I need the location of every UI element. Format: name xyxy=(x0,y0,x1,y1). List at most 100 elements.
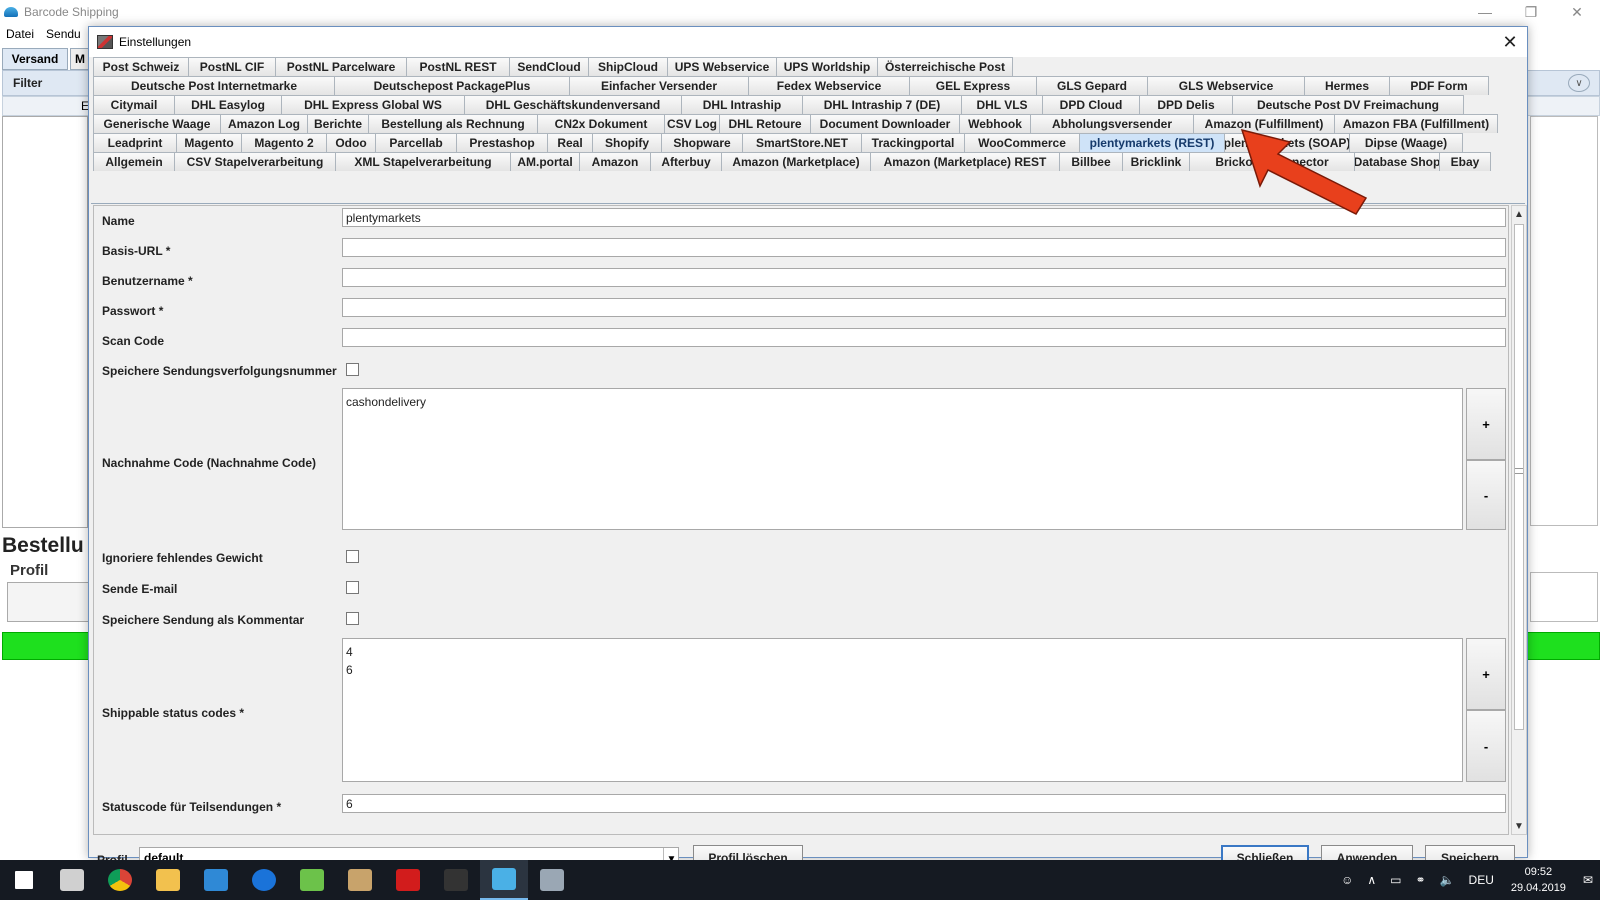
passwort-field[interactable] xyxy=(342,298,1506,317)
basis-url-field[interactable] xyxy=(342,238,1506,257)
tab-post-schweiz[interactable]: Post Schweiz xyxy=(93,57,189,76)
tab-dhl-intraship[interactable]: DHL Intraship xyxy=(681,95,803,114)
tab-more[interactable]: M xyxy=(70,48,90,70)
tab-berichte[interactable]: Berichte xyxy=(307,114,369,133)
tab-dhl-retoure[interactable]: DHL Retoure xyxy=(719,114,811,133)
terminal-icon[interactable] xyxy=(432,860,480,900)
vscode-icon[interactable] xyxy=(192,860,240,900)
tab-webhook[interactable]: Webhook xyxy=(959,114,1031,133)
tab-amazon-marketplace[interactable]: Amazon (Marketplace) xyxy=(721,152,871,171)
tab-ups-webservice[interactable]: UPS Webservice xyxy=(667,57,777,76)
tab-fedex-webservice[interactable]: Fedex Webservice xyxy=(748,76,910,95)
acrobat-icon[interactable] xyxy=(384,860,432,900)
tab-document-downloader[interactable]: Document Downloader xyxy=(810,114,960,133)
battery-icon[interactable]: ▭ xyxy=(1390,873,1401,887)
package-icon[interactable] xyxy=(336,860,384,900)
tab-dhl-geschäftskundenversand[interactable]: DHL Geschäftskundenversand xyxy=(464,95,682,114)
tab-einfacher-versender[interactable]: Einfacher Versender xyxy=(569,76,749,95)
speichere-tracking-checkbox[interactable] xyxy=(346,363,359,376)
tab-deutschepost-packageplus[interactable]: Deutschepost PackagePlus xyxy=(334,76,570,95)
tab-trackingportal[interactable]: Trackingportal xyxy=(861,133,965,152)
tab-generische-waage[interactable]: Generische Waage xyxy=(93,114,221,133)
windows-start-icon[interactable] xyxy=(0,860,48,900)
tab-deutsche-post-dv-freimachung[interactable]: Deutsche Post DV Freimachung xyxy=(1232,95,1464,114)
speichere-kommentar-checkbox[interactable] xyxy=(346,612,359,625)
tab-bestellung-als-rechnung[interactable]: Bestellung als Rechnung xyxy=(368,114,538,133)
tab-leadprint[interactable]: Leadprint xyxy=(93,133,177,152)
minimize-icon[interactable]: — xyxy=(1462,0,1508,24)
clock[interactable]: 09:52 29.04.2019 xyxy=(1511,864,1566,896)
tab-billbee[interactable]: Billbee xyxy=(1059,152,1123,171)
notification-icon[interactable]: ✉ xyxy=(1583,873,1593,887)
tab-shopware[interactable]: Shopware xyxy=(661,133,743,152)
tab-shopify[interactable]: Shopify xyxy=(592,133,662,152)
people-icon[interactable]: ☺ xyxy=(1341,873,1353,887)
tab-magento[interactable]: Magento xyxy=(176,133,242,152)
tab-smartstore-net[interactable]: SmartStore.NET xyxy=(742,133,862,152)
shippable-remove-button[interactable]: - xyxy=(1466,710,1506,782)
tab-gls-webservice[interactable]: GLS Webservice xyxy=(1147,76,1305,95)
ignoriere-gewicht-checkbox[interactable] xyxy=(346,550,359,563)
tab-versand[interactable]: Versand xyxy=(2,48,68,70)
tab-odoo[interactable]: Odoo xyxy=(326,133,376,152)
tab-hermes[interactable]: Hermes xyxy=(1304,76,1390,95)
scroll-down-icon[interactable]: ▼ xyxy=(1512,818,1526,834)
tab-gel-express[interactable]: GEL Express xyxy=(909,76,1037,95)
language-indicator[interactable]: DEU xyxy=(1469,873,1494,887)
tab-magento-2[interactable]: Magento 2 xyxy=(241,133,327,152)
shippable-add-button[interactable]: + xyxy=(1466,638,1506,710)
tab-real[interactable]: Real xyxy=(547,133,593,152)
scan-code-field[interactable] xyxy=(342,328,1506,347)
form-scrollbar[interactable]: ▲ ▼ xyxy=(1511,205,1527,835)
tab-dhl-easylog[interactable]: DHL Easylog xyxy=(174,95,282,114)
wifi-icon[interactable]: ⚭ xyxy=(1416,873,1426,887)
notepad-icon[interactable] xyxy=(288,860,336,900)
tab-abholungsversender[interactable]: Abholungsversender xyxy=(1030,114,1194,133)
sende-email-checkbox[interactable] xyxy=(346,581,359,594)
tab-ups-worldship[interactable]: UPS Worldship xyxy=(776,57,878,76)
tab-bricklink[interactable]: Bricklink xyxy=(1122,152,1190,171)
tab-afterbuy[interactable]: Afterbuy xyxy=(650,152,722,171)
tab-parcellab[interactable]: Parcellab xyxy=(375,133,457,152)
tab-allgemein[interactable]: Allgemein xyxy=(93,152,175,171)
tab-csv-log[interactable]: CSV Log xyxy=(664,114,720,133)
tab-xml-stapelverarbeitung[interactable]: XML Stapelverarbeitung xyxy=(335,152,511,171)
tab-gls-gepard[interactable]: GLS Gepard xyxy=(1036,76,1148,95)
chrome-icon[interactable] xyxy=(96,860,144,900)
task-view-icon[interactable] xyxy=(48,860,96,900)
tab-postnl-parcelware[interactable]: PostNL Parcelware xyxy=(275,57,407,76)
tab-pdf-form[interactable]: PDF Form xyxy=(1389,76,1489,95)
tab-prestashop[interactable]: Prestashop xyxy=(456,133,548,152)
teamviewer-icon[interactable] xyxy=(240,860,288,900)
tab-dhl-express-global-ws[interactable]: DHL Express Global WS xyxy=(281,95,465,114)
nachnahme-remove-button[interactable]: - xyxy=(1466,460,1506,530)
nachnahme-list[interactable]: cashondelivery xyxy=(342,388,1463,530)
tab-woocommerce[interactable]: WooCommerce xyxy=(964,133,1080,152)
close-icon[interactable]: ✕ xyxy=(1554,0,1600,24)
barcode-shipping-icon[interactable] xyxy=(480,860,528,900)
tab-dhl-vls[interactable]: DHL VLS xyxy=(961,95,1043,114)
scroll-thumb[interactable] xyxy=(1514,224,1524,730)
tab-dpd-delis[interactable]: DPD Delis xyxy=(1139,95,1233,114)
tab-amazon-marketplace-rest[interactable]: Amazon (Marketplace) REST xyxy=(870,152,1060,171)
tab-ebay[interactable]: Ebay xyxy=(1439,152,1491,171)
filter-label[interactable]: Filter xyxy=(13,76,42,90)
tab-postnl-cif[interactable]: PostNL CIF xyxy=(188,57,276,76)
tab-shipcloud[interactable]: ShipCloud xyxy=(588,57,668,76)
file-explorer-icon[interactable] xyxy=(144,860,192,900)
tab-dpd-cloud[interactable]: DPD Cloud xyxy=(1042,95,1140,114)
tab-am-portal[interactable]: AM.portal xyxy=(510,152,580,171)
collapse-icon[interactable]: ∨ xyxy=(1568,74,1590,92)
tab-amazon-log[interactable]: Amazon Log xyxy=(220,114,308,133)
tab-österreichische-post[interactable]: Österreichische Post xyxy=(877,57,1013,76)
shippable-list[interactable]: 4 6 xyxy=(342,638,1463,782)
menu-sendungen[interactable]: Sendu xyxy=(46,27,81,41)
volume-icon[interactable]: 🔈 xyxy=(1440,873,1455,887)
restore-icon[interactable]: ❐ xyxy=(1508,0,1554,24)
tab-amazon[interactable]: Amazon xyxy=(579,152,651,171)
tab-dhl-intraship-7-de[interactable]: DHL Intraship 7 (DE) xyxy=(802,95,962,114)
tab-deutsche-post-internetmarke[interactable]: Deutsche Post Internetmarke xyxy=(93,76,335,95)
tab-citymail[interactable]: Citymail xyxy=(93,95,175,114)
tab-plentymarkets-rest[interactable]: plentymarkets (REST) xyxy=(1079,133,1225,152)
paint-icon[interactable] xyxy=(528,860,576,900)
